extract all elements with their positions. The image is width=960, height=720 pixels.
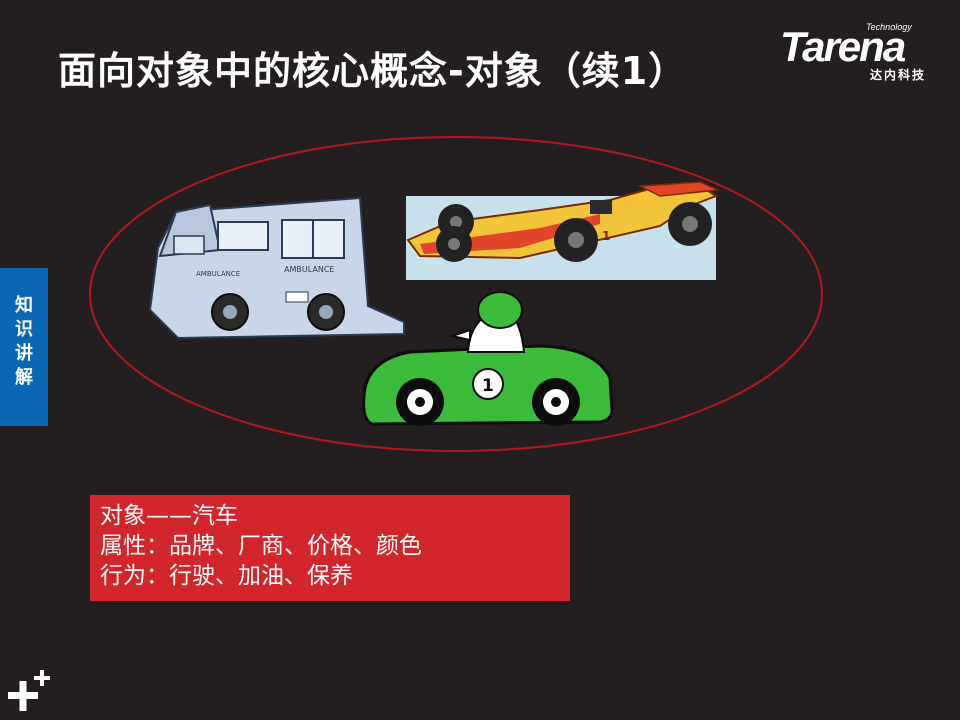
info-line-attributes: 属性：品牌、厂商、价格、颜色 (100, 533, 422, 559)
object-info-box: 对象——汽车 属性：品牌、厂商、价格、颜色 行为：行驶、加油、保养 (90, 495, 570, 601)
ambulance-label: AMBULANCE (284, 265, 334, 274)
info-line-behaviors: 行为：行驶、加油、保养 (100, 563, 353, 589)
cars-illustration: AMBULANCE AMBULANCE 1 1 (89, 136, 823, 452)
green-car-image: 1 (362, 291, 614, 426)
info-line-object: 对象——汽车 (100, 503, 238, 529)
slide: 面向对象中的核心概念-对象（续1） Technology Tarena 达内科技… (0, 0, 960, 720)
green-car-number: 1 (482, 376, 494, 396)
race-car-image: 1 (406, 181, 721, 280)
plus-decoration-icon (8, 670, 50, 711)
race-car-number: 1 (602, 229, 610, 243)
ambulance-image: AMBULANCE AMBULANCE (148, 196, 405, 340)
ambulance-side-label: AMBULANCE (196, 270, 240, 278)
